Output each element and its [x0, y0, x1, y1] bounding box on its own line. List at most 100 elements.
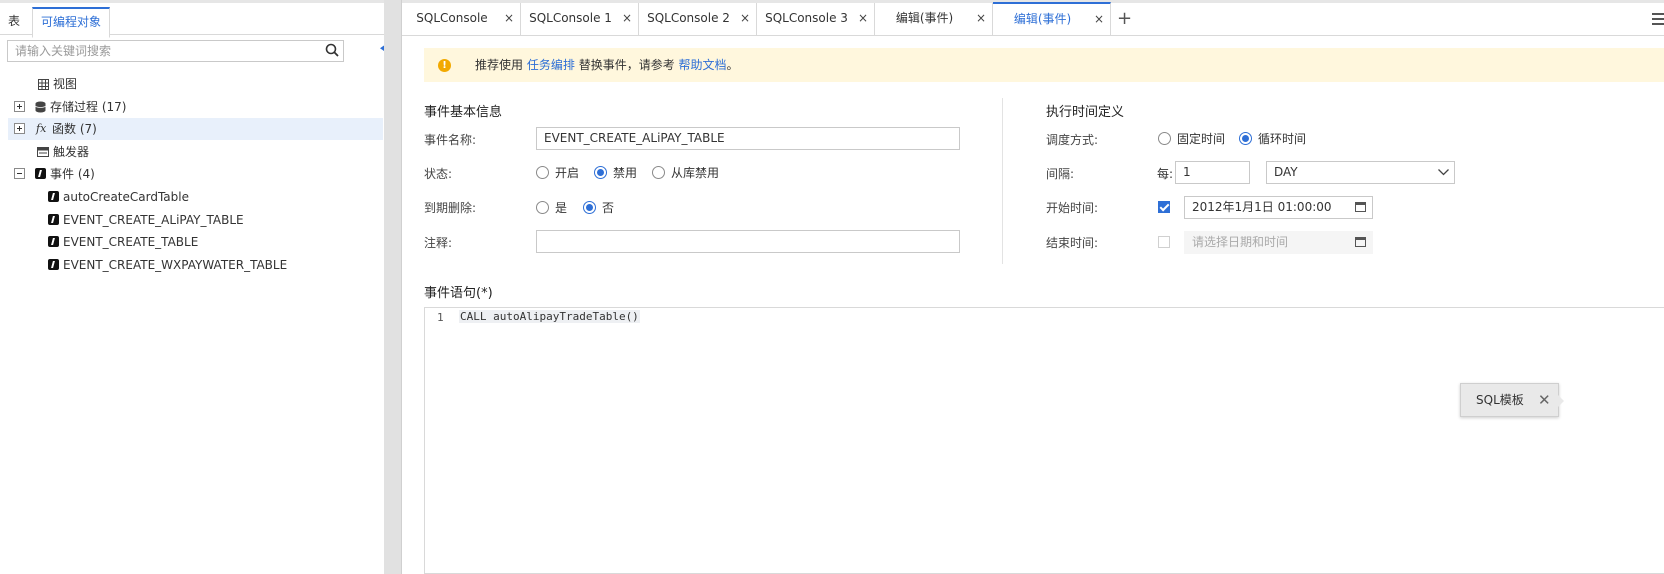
function-icon: fx	[36, 122, 47, 135]
tree-item-label: EVENT_CREATE_WXPAYWATER_TABLE	[63, 258, 288, 272]
code-line[interactable]: CALL autoAlipayTradeTable()	[459, 310, 640, 323]
search-input[interactable]	[8, 41, 308, 61]
tree-item-label: EVENT_CREATE_ALiPAY_TABLE	[63, 213, 244, 227]
panel-splitter[interactable]	[384, 0, 402, 574]
tree-item-procedures[interactable]: 存储过程 (17)	[8, 96, 383, 118]
status-radio-enable[interactable]: 开启	[536, 165, 579, 181]
schedule-title: 执行时间定义	[1046, 105, 1125, 120]
expand-icon[interactable]	[14, 123, 25, 134]
statement-title: 事件语句(*)	[424, 286, 493, 301]
tree-item-label: 触发器	[53, 145, 90, 159]
event-icon	[48, 191, 59, 202]
expire-radio-yes[interactable]: 是	[536, 200, 567, 216]
radio-circle	[536, 201, 549, 214]
close-icon[interactable]: ✕	[1538, 384, 1551, 416]
radio-circle	[536, 166, 549, 179]
start-time-value: 2012年1月1日 01:00:00	[1192, 200, 1332, 214]
collapse-icon[interactable]	[14, 168, 25, 179]
mode-radio-fixed[interactable]: 固定时间	[1158, 131, 1225, 147]
tree-item-event[interactable]: EVENT_CREATE_WXPAYWATER_TABLE	[8, 254, 383, 276]
event-name-label: 事件名称:	[424, 133, 477, 147]
every-label: 每:	[1157, 167, 1174, 181]
close-icon[interactable]: ×	[622, 3, 632, 33]
tab-label: SQLConsole 1	[529, 11, 612, 25]
event-name-field[interactable]: EVENT_CREATE_ALiPAY_TABLE	[536, 127, 960, 150]
interval-unit-value: DAY	[1274, 165, 1298, 179]
mode-radio-recurring[interactable]: 循环时间	[1239, 131, 1306, 147]
end-time-picker[interactable]: 请选择日期和时间	[1184, 231, 1373, 254]
warning-icon: !	[438, 59, 451, 72]
add-tab-button[interactable]: +	[1117, 8, 1132, 29]
editor-tab-bar: SQLConsole × SQLConsole 1 × SQLConsole 2…	[402, 0, 1664, 36]
expire-delete-label: 到期删除:	[424, 201, 477, 215]
comment-field[interactable]	[536, 230, 960, 253]
tab-programmable-objects[interactable]: 可编程对象	[32, 7, 111, 38]
radio-label: 禁用	[613, 166, 638, 180]
expire-radio-no[interactable]: 否	[583, 200, 614, 216]
close-icon[interactable]: ×	[504, 3, 514, 33]
close-icon[interactable]: ×	[858, 3, 868, 33]
trigger-icon	[37, 147, 49, 157]
end-time-label: 结束时间:	[1046, 236, 1099, 250]
radio-circle	[1239, 132, 1252, 145]
tree-item-triggers[interactable]: 触发器	[8, 141, 383, 163]
comment-label: 注释:	[424, 236, 453, 250]
tree-item-functions[interactable]: fx 函数 (7)	[8, 118, 383, 140]
interval-unit-select[interactable]: DAY	[1266, 161, 1455, 184]
sql-template-label: SQL模板	[1476, 393, 1524, 407]
tree-item-event[interactable]: autoCreateCardTable	[8, 186, 383, 208]
sql-template-button[interactable]: SQL模板 ✕	[1460, 383, 1559, 417]
radio-label: 开启	[555, 166, 580, 180]
object-browser-panel: 表 可编程对象 视图 存储过程 (17)	[0, 0, 400, 574]
tree-item-views[interactable]: 视图	[8, 73, 383, 95]
tab-tables[interactable]: 表	[0, 7, 28, 38]
tab-label: SQLConsole 2	[647, 11, 730, 25]
tab-sqlconsole-1[interactable]: SQLConsole 1 ×	[521, 3, 639, 35]
radio-circle	[594, 166, 607, 179]
search-icon[interactable]	[325, 43, 339, 57]
tab-edit-event[interactable]: 编辑(事件) ×	[875, 3, 993, 35]
notice-text: 推荐使用 任务编排 替换事件，请参考 帮助文档。	[475, 48, 739, 82]
schedule-mode-label: 调度方式:	[1046, 133, 1099, 147]
close-icon[interactable]: ×	[1094, 4, 1104, 34]
tree-item-label: EVENT_CREATE_TABLE	[63, 235, 199, 249]
radio-label: 固定时间	[1177, 132, 1226, 146]
start-time-picker[interactable]: 2012年1月1日 01:00:00	[1184, 196, 1373, 219]
end-time-checkbox[interactable]	[1158, 236, 1170, 248]
tree-item-event[interactable]: EVENT_CREATE_ALiPAY_TABLE	[8, 209, 383, 231]
line-number: 1	[437, 311, 444, 324]
calendar-icon	[1355, 237, 1366, 247]
tree-item-label: autoCreateCardTable	[63, 190, 189, 204]
close-icon[interactable]: ×	[976, 3, 986, 33]
status-radio-slave-disable[interactable]: 从库禁用	[652, 165, 719, 181]
radio-circle	[652, 166, 665, 179]
start-time-checkbox[interactable]	[1158, 201, 1170, 213]
tab-label: 编辑(事件)	[895, 11, 954, 25]
tab-sqlconsole-3[interactable]: SQLConsole 3 ×	[757, 3, 875, 35]
tab-sqlconsole[interactable]: SQLConsole ×	[402, 3, 521, 35]
help-docs-link[interactable]: 帮助文档	[679, 58, 727, 72]
tab-label: SQLConsole	[416, 11, 488, 25]
radio-label: 是	[555, 201, 568, 215]
menu-icon[interactable]	[1652, 13, 1664, 25]
tree-item-event[interactable]: EVENT_CREATE_TABLE	[8, 231, 383, 253]
radio-label: 循环时间	[1258, 132, 1307, 146]
tab-label: SQLConsole 3	[765, 11, 848, 25]
tree-item-label: 存储过程 (17)	[50, 100, 127, 114]
tab-label: 编辑(事件)	[1013, 12, 1072, 26]
status-radio-disable[interactable]: 禁用	[594, 165, 637, 181]
tree-item-label: 事件 (4)	[50, 167, 95, 181]
status-label: 状态:	[424, 167, 453, 181]
calendar-icon[interactable]	[1355, 202, 1366, 212]
section-divider	[1002, 98, 1003, 264]
interval-value-field[interactable]: 1	[1175, 161, 1250, 184]
tree-item-events[interactable]: 事件 (4)	[8, 163, 383, 185]
tab-edit-event-active[interactable]: 编辑(事件) ×	[993, 2, 1111, 35]
close-icon[interactable]: ×	[740, 3, 750, 33]
task-orchestration-link[interactable]: 任务编排	[527, 58, 575, 72]
expand-icon[interactable]	[14, 101, 25, 112]
radio-circle	[583, 201, 596, 214]
sql-editor[interactable]: 1 CALL autoAlipayTradeTable()	[424, 307, 1664, 574]
sql-template-pointer	[1558, 395, 1564, 407]
tab-sqlconsole-2[interactable]: SQLConsole 2 ×	[639, 3, 757, 35]
